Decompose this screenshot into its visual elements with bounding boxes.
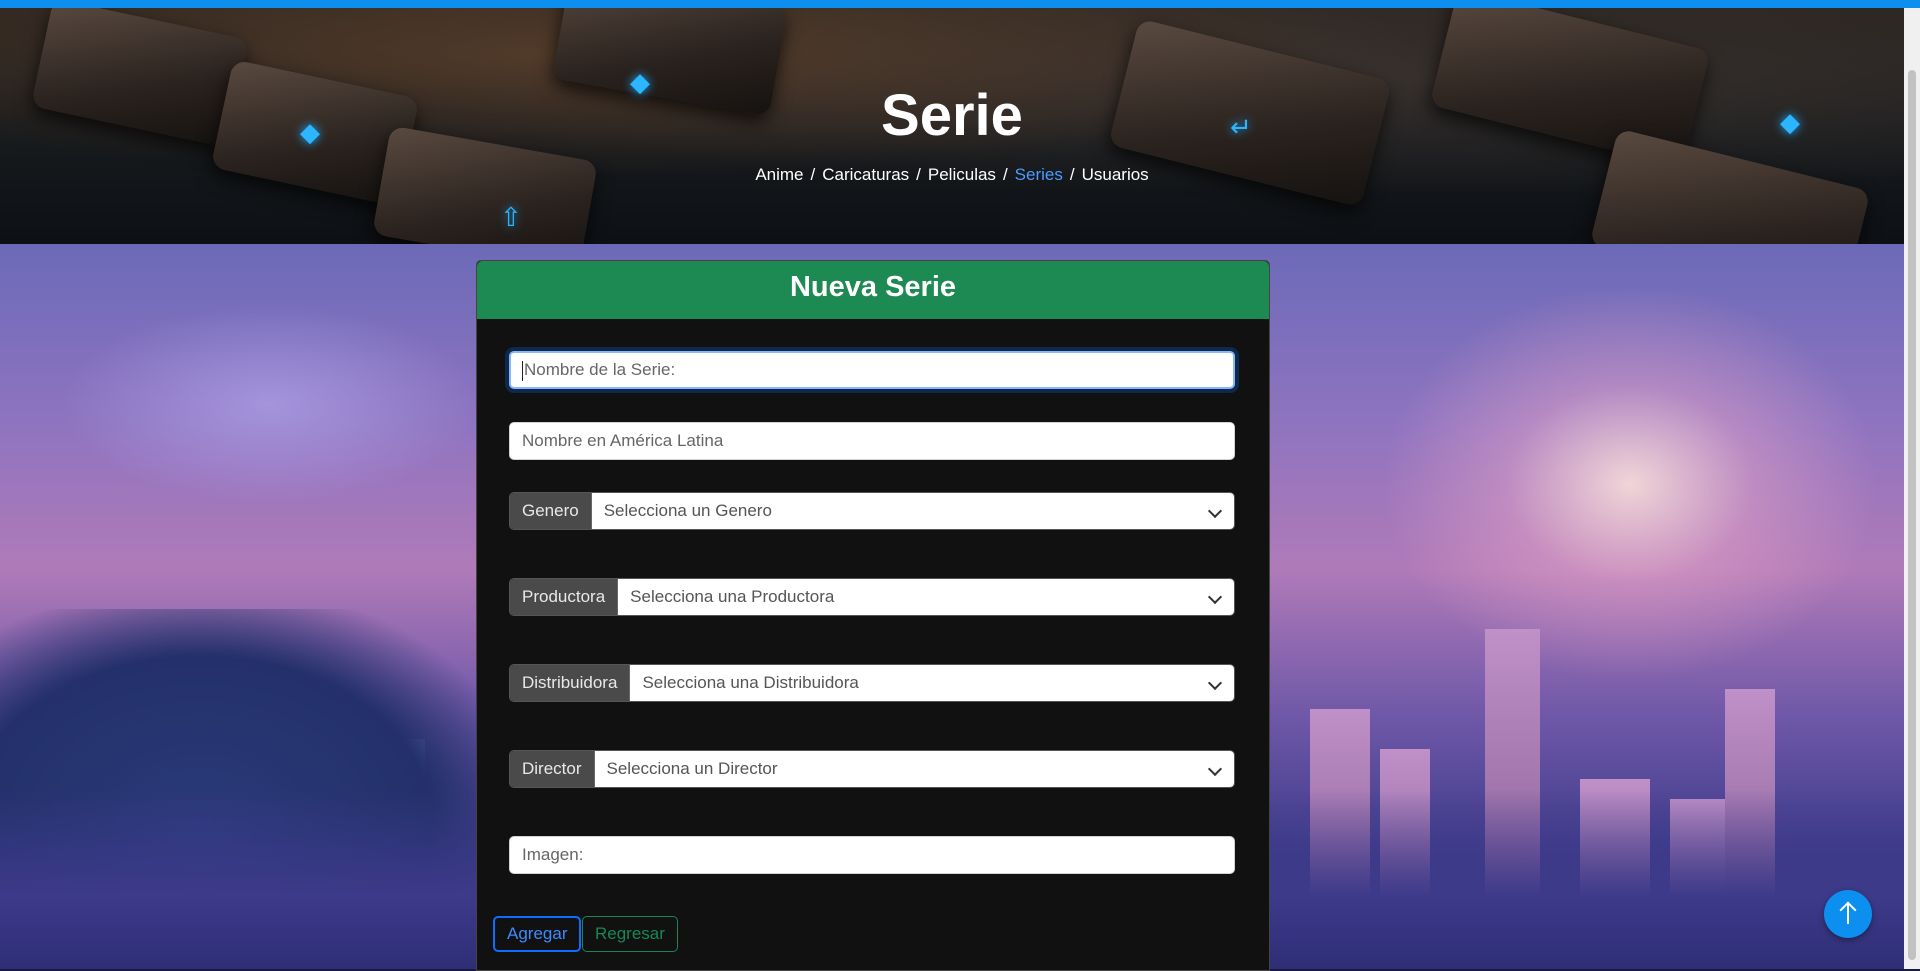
distributor-select-value: Selecciona una Distribuidora [642,673,859,692]
scrollbar-thumb[interactable] [1908,70,1916,960]
genre-label: Genero [510,493,592,529]
chevron-down-icon [1207,761,1223,777]
breadcrumb-link-peliculas[interactable]: Peliculas [928,165,996,184]
image-input[interactable]: Imagen: [509,836,1235,874]
latam-name-input[interactable]: Nombre en América Latina [509,422,1235,460]
breadcrumb-link-series[interactable]: Series [1015,165,1063,184]
breadcrumb-link-usuarios[interactable]: Usuarios [1082,165,1149,184]
chevron-down-icon [1207,589,1223,605]
breadcrumb-link-anime[interactable]: Anime [755,165,803,184]
producer-select-value: Selecciona una Productora [630,587,835,606]
genre-select-value: Selecciona un Genero [603,501,772,520]
add-button[interactable]: Agregar [493,916,582,952]
form-header: Nueva Serie [477,261,1269,319]
page-scrollbar[interactable] [1904,8,1920,969]
sunset-glow-decoration [1380,284,1880,684]
breadcrumb: Anime / Caricaturas / Peliculas / Series / Usuar… [0,163,1904,187]
image-placeholder: Imagen: [522,845,584,864]
key-glow-decoration: ⇧ [500,203,522,233]
producer-select-group: Productora Selecciona una Productora [509,578,1235,616]
top-accent-bar [0,0,1920,8]
distributor-label: Distribuidora [510,665,631,701]
latam-name-placeholder: Nombre en América Latina [522,431,724,450]
series-name-placeholder: Nombre de la Serie: [524,360,676,379]
breadcrumb-separator: / [1069,165,1075,184]
breadcrumb-separator: / [1002,165,1008,184]
breadcrumb-link-caricaturas[interactable]: Caricaturas [822,165,909,184]
genre-select[interactable]: Selecciona un Genero [591,493,1234,529]
page-title: Serie [881,83,1023,148]
breadcrumb-separator: / [916,165,921,184]
cloud-decoration [60,304,480,504]
producer-label: Productora [510,579,619,615]
genre-select-group: Genero Selecciona un Genero [509,492,1235,530]
new-series-form: Nueva Serie Nombre de la Serie: Nombre e… [476,260,1270,971]
distributor-select-group: Distribuidora Selecciona una Distribuido… [509,664,1235,702]
chevron-down-icon [1207,675,1223,691]
hero-banner: ◆ ◆ ⇧ ↵ ◆ Serie Anime / Caricaturas / Pelicu… [0,8,1904,244]
breadcrumb-separator: / [810,165,816,184]
director-label: Director [510,751,595,787]
series-name-input[interactable]: Nombre de la Serie: [509,351,1235,389]
director-select-value: Selecciona un Director [606,759,778,778]
director-select[interactable]: Selecciona un Director [594,751,1234,787]
producer-select[interactable]: Selecciona una Productora [618,579,1234,615]
director-select-group: Director Selecciona un Director [509,750,1235,788]
scroll-to-top-button[interactable] [1824,890,1872,938]
text-caret [522,360,523,381]
distributor-select[interactable]: Selecciona una Distribuidora [630,665,1234,701]
chevron-down-icon [1207,503,1223,519]
arrow-up-icon-head [1839,901,1857,919]
back-button[interactable]: Regresar [582,916,678,952]
